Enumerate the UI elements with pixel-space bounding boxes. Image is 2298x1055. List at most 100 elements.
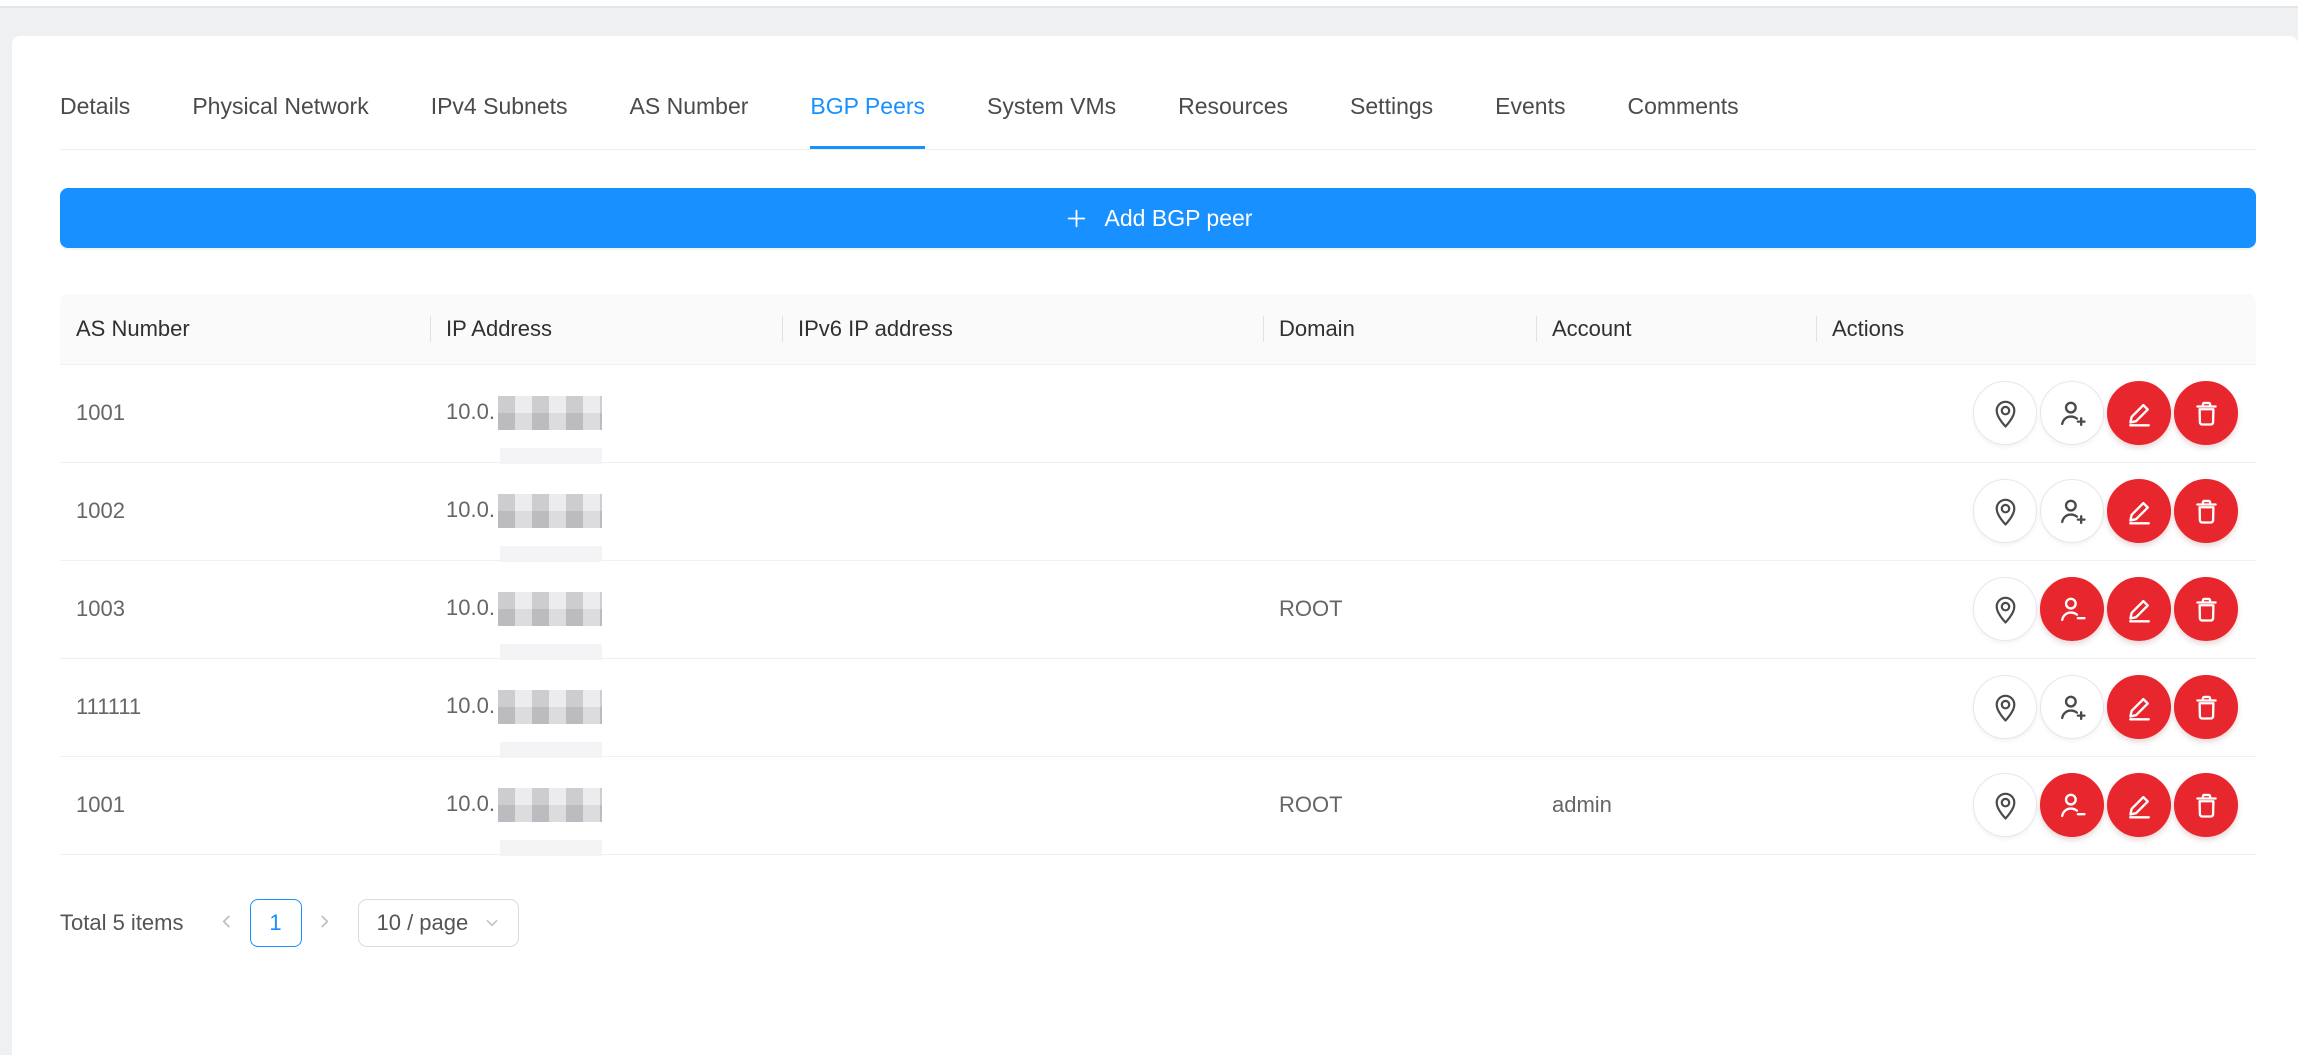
trash-icon — [2190, 397, 2223, 430]
table-row: 1001 10.0. — [60, 364, 2256, 462]
tab-details[interactable]: Details — [60, 92, 130, 149]
masked-ip-blur — [498, 690, 602, 724]
delete-bgp-peer-button[interactable] — [2174, 675, 2238, 739]
trash-icon — [2190, 691, 2223, 724]
update-bgp-peer-button[interactable] — [2107, 773, 2171, 837]
tabs-bar: Details Physical Network IPv4 Subnets AS Nu… — [60, 36, 2256, 150]
ip-prefix-text: 10.0. — [446, 595, 495, 620]
account-cell: admin — [1536, 756, 1816, 854]
ip-prefix-text: 10.0. — [446, 791, 495, 816]
as-number-cell: 1001 — [60, 756, 430, 854]
ip-address-cell: 10.0. — [430, 756, 782, 854]
account-cell — [1536, 364, 1816, 462]
domain-cell — [1263, 462, 1536, 560]
page-size-value: 10 / page — [377, 910, 469, 936]
actions-cell — [1816, 756, 2256, 854]
delete-bgp-peer-button[interactable] — [2174, 381, 2238, 445]
tab-ipv4-subnets[interactable]: IPv4 Subnets — [431, 92, 568, 149]
ipv6-address-cell — [782, 658, 1263, 756]
user-remove-icon — [2056, 593, 2089, 626]
ip-prefix-text: 10.0. — [446, 399, 495, 424]
release-dedicated-bgp-peer-button[interactable] — [2040, 773, 2104, 837]
delete-bgp-peer-button[interactable] — [2174, 577, 2238, 641]
location-button[interactable] — [1973, 577, 2037, 641]
actions-cell — [1816, 462, 2256, 560]
pagination-total: Total 5 items — [60, 910, 184, 936]
row-actions — [1832, 773, 2240, 837]
edit-pencil-icon — [2123, 691, 2156, 724]
column-header-account: Account — [1536, 294, 1816, 364]
update-bgp-peer-button[interactable] — [2107, 479, 2171, 543]
location-button[interactable] — [1973, 479, 2037, 543]
release-dedicated-bgp-peer-button[interactable] — [2040, 577, 2104, 641]
edit-pencil-icon — [2123, 495, 2156, 528]
update-bgp-peer-button[interactable] — [2107, 577, 2171, 641]
row-actions — [1832, 577, 2240, 641]
column-header-actions: Actions — [1816, 294, 2256, 364]
add-bgp-peer-button[interactable]: Add BGP peer — [60, 188, 2256, 248]
ip-prefix-text: 10.0. — [446, 497, 495, 522]
dedicate-bgp-peer-button[interactable] — [2040, 675, 2104, 739]
domain-cell: ROOT — [1263, 756, 1536, 854]
bgp-peers-table: AS NumberIP AddressIPv6 IP addressDomain… — [60, 294, 2256, 855]
page-size-select[interactable]: 10 / page — [358, 899, 520, 947]
table-row: 1002 10.0. — [60, 462, 2256, 560]
location-pin-icon — [1989, 789, 2022, 822]
delete-bgp-peer-button[interactable] — [2174, 479, 2238, 543]
tab-as-number[interactable]: AS Number — [630, 92, 749, 149]
domain-cell — [1263, 658, 1536, 756]
ip-prefix-text: 10.0. — [446, 693, 495, 718]
masked-ip-blur — [498, 494, 602, 528]
pagination-bar: Total 5 items 1 10 / page — [60, 899, 2256, 947]
ipv6-address-cell — [782, 462, 1263, 560]
column-header-ip-address: IP Address — [430, 294, 782, 364]
location-button[interactable] — [1973, 381, 2037, 445]
as-number-cell: 1002 — [60, 462, 430, 560]
tab-events[interactable]: Events — [1495, 92, 1565, 149]
tab-bgp-peers[interactable]: BGP Peers — [810, 92, 925, 149]
plus-icon — [1064, 206, 1089, 231]
user-add-icon — [2056, 495, 2089, 528]
account-cell — [1536, 560, 1816, 658]
location-pin-icon — [1989, 593, 2022, 626]
tab-physical-network[interactable]: Physical Network — [192, 92, 368, 149]
location-button[interactable] — [1973, 773, 2037, 837]
update-bgp-peer-button[interactable] — [2107, 675, 2171, 739]
actions-cell — [1816, 658, 2256, 756]
add-bgp-peer-label: Add BGP peer — [1105, 205, 1253, 232]
dedicate-bgp-peer-button[interactable] — [2040, 381, 2104, 445]
as-number-cell: 111111 — [60, 658, 430, 756]
next-page-button[interactable] — [308, 899, 342, 947]
current-page-button[interactable]: 1 — [250, 899, 302, 947]
location-button[interactable] — [1973, 675, 2037, 739]
tab-settings[interactable]: Settings — [1350, 92, 1433, 149]
trash-icon — [2190, 593, 2223, 626]
ipv6-address-cell — [782, 364, 1263, 462]
column-header-domain: Domain — [1263, 294, 1536, 364]
update-bgp-peer-button[interactable] — [2107, 381, 2171, 445]
masked-ip-blur — [498, 396, 602, 430]
chevron-left-icon — [218, 910, 235, 936]
edit-pencil-icon — [2123, 789, 2156, 822]
tab-system-vms[interactable]: System VMs — [987, 92, 1116, 149]
table-row: 1001 10.0. ROOT admin — [60, 756, 2256, 854]
dedicate-bgp-peer-button[interactable] — [2040, 479, 2104, 543]
chevron-right-icon — [316, 910, 333, 936]
masked-ip-blur-ghost — [500, 840, 602, 856]
trash-icon — [2190, 789, 2223, 822]
table-body: 1001 10.0. — [60, 364, 2256, 854]
row-actions — [1832, 381, 2240, 445]
delete-bgp-peer-button[interactable] — [2174, 773, 2238, 837]
table-header-row: AS NumberIP AddressIPv6 IP addressDomain… — [60, 294, 2256, 364]
trash-icon — [2190, 495, 2223, 528]
ipv6-address-cell — [782, 560, 1263, 658]
ip-address-cell: 10.0. — [430, 364, 782, 462]
tab-resources[interactable]: Resources — [1178, 92, 1288, 149]
user-remove-icon — [2056, 789, 2089, 822]
masked-ip-blur — [498, 592, 602, 626]
column-header-ipv6-ip-address: IPv6 IP address — [782, 294, 1263, 364]
location-pin-icon — [1989, 691, 2022, 724]
prev-page-button[interactable] — [210, 899, 244, 947]
domain-cell: ROOT — [1263, 560, 1536, 658]
tab-comments[interactable]: Comments — [1627, 92, 1738, 149]
